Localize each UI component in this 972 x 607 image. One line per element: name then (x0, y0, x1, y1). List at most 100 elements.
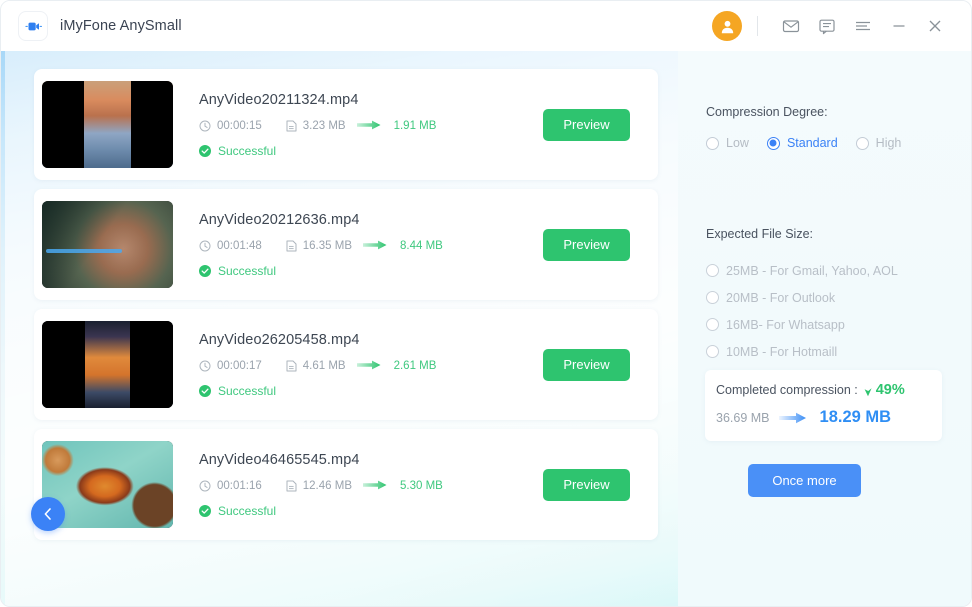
thumbnail-progress-bar (46, 249, 122, 253)
radio-size-25mb[interactable]: 25MB - For Gmail, Yahoo, AOL (706, 257, 956, 284)
status-badge: Successful (199, 264, 543, 278)
file-list: AnyVideo20211324.mp4 00:00:15 3.23 MB 1.… (34, 69, 658, 549)
video-thumbnail[interactable] (42, 321, 173, 408)
mail-icon[interactable] (773, 8, 809, 44)
clock-icon (199, 360, 211, 372)
minimize-icon[interactable] (881, 8, 917, 44)
preview-button[interactable]: Preview (543, 348, 630, 381)
status-badge: Successful (199, 144, 543, 158)
right-arrow-icon (363, 239, 389, 254)
duration-item: 00:01:48 (199, 240, 262, 252)
status-text: Successful (218, 143, 277, 158)
size-out-value: 8.44 MB (400, 240, 443, 252)
titlebar-divider (757, 16, 758, 36)
size-in-item: 4.61 MB (286, 360, 346, 372)
result-sizes: 36.69 MB 18.29 MB (716, 408, 942, 427)
radio-label: Low (726, 136, 749, 150)
radio-indicator (706, 318, 719, 331)
radio-degree-low[interactable]: Low (706, 136, 749, 150)
radio-label: 10MB - For Hotmaill (726, 344, 838, 359)
file-icon (286, 120, 297, 132)
radio-label: Standard (786, 136, 838, 150)
size-out-value: 5.30 MB (400, 480, 443, 492)
radio-label: 16MB- For Whatsapp (726, 317, 845, 332)
title-bar: iMyFone AnySmall (1, 1, 971, 51)
user-avatar-icon[interactable] (712, 11, 742, 41)
duration-value: 00:01:48 (217, 240, 262, 252)
size-after-value: 18.29 MB (819, 408, 892, 426)
check-circle-icon (199, 264, 211, 277)
right-arrow-icon (778, 411, 809, 425)
file-name: AnyVideo20212636.mp4 (199, 211, 360, 228)
clock-icon (199, 240, 211, 252)
clock-icon (199, 480, 211, 492)
preview-button[interactable]: Preview (543, 468, 630, 501)
chat-bubble-icon[interactable] (809, 8, 845, 44)
size-out-value: 2.61 MB (393, 360, 437, 372)
check-circle-icon (199, 384, 211, 397)
file-meta: 00:00:17 4.61 MB 2.61 MB (199, 359, 543, 374)
file-icon (286, 360, 297, 372)
radio-indicator (706, 291, 719, 304)
hamburger-menu-icon[interactable] (845, 8, 881, 44)
duration-item: 00:00:15 (199, 120, 262, 132)
thumbnail-image (42, 321, 173, 408)
file-meta: 00:00:15 3.23 MB 1.91 MB (199, 119, 543, 134)
video-thumbnail[interactable] (42, 201, 173, 288)
table-row[interactable]: AnyVideo20211324.mp4 00:00:15 3.23 MB 1.… (34, 69, 658, 180)
radio-size-10mb[interactable]: 10MB - For Hotmaill (706, 338, 956, 365)
down-arrow-icon (863, 384, 874, 397)
chevron-left-icon (44, 508, 51, 520)
compression-result-card: Completed compression : 49% 36.69 MB 18.… (705, 370, 942, 441)
right-arrow-icon (363, 479, 389, 494)
compression-degree-group: Low Standard High (706, 136, 956, 150)
thumbnail-image (42, 81, 173, 168)
table-row[interactable]: AnyVideo20212636.mp4 00:01:48 16.35 MB 8… (34, 189, 658, 300)
once-more-button[interactable]: Once more (748, 464, 861, 497)
file-name: AnyVideo46465545.mp4 (199, 451, 360, 468)
right-arrow-icon (356, 119, 383, 134)
result-summary: Completed compression : 49% (716, 382, 942, 398)
file-icon (286, 480, 297, 492)
duration-value: 00:01:16 (217, 480, 262, 492)
clock-icon (199, 120, 211, 132)
size-in-value: 4.61 MB (302, 360, 346, 372)
close-icon[interactable] (917, 8, 953, 44)
file-icon (286, 240, 297, 252)
size-in-item: 16.35 MB (286, 240, 352, 252)
file-info: AnyVideo20212636.mp4 00:01:48 16.35 MB 8… (199, 212, 543, 278)
file-info: AnyVideo46465545.mp4 00:01:16 12.46 MB 5… (199, 452, 543, 518)
table-row[interactable]: AnyVideo46465545.mp4 00:01:16 12.46 MB 5… (34, 429, 658, 540)
radio-size-20mb[interactable]: 20MB - For Outlook (706, 284, 956, 311)
size-out-value: 1.91 MB (393, 120, 437, 132)
size-in-value: 12.46 MB (302, 480, 352, 492)
preview-button[interactable]: Preview (543, 228, 630, 261)
status-badge: Successful (199, 384, 543, 398)
back-button[interactable] (31, 497, 65, 531)
radio-degree-high[interactable]: High (855, 136, 902, 150)
radio-size-16mb[interactable]: 16MB- For Whatsapp (706, 311, 956, 338)
titlebar-actions (712, 1, 971, 51)
expected-file-size-section: Expected File Size: 25MB - For Gmail, Ya… (706, 227, 956, 392)
radio-indicator-selected (766, 136, 780, 150)
radio-degree-standard[interactable]: Standard (766, 136, 838, 150)
app-logo-icon (18, 11, 48, 41)
size-before-value: 36.69 MB (716, 410, 770, 425)
app-window: iMyFone AnySmall AnyVideo20211324.mp4 00… (0, 0, 972, 607)
compression-degree-label: Compression Degree: (706, 105, 828, 119)
file-name: AnyVideo26205458.mp4 (199, 331, 360, 348)
status-badge: Successful (199, 504, 543, 518)
video-thumbnail[interactable] (42, 81, 173, 168)
radio-label: High (875, 136, 902, 150)
duration-value: 00:00:17 (217, 360, 262, 372)
radio-indicator (855, 136, 869, 150)
file-name: AnyVideo20211324.mp4 (199, 91, 359, 108)
app-title: iMyFone AnySmall (60, 18, 182, 34)
radio-indicator (706, 345, 719, 358)
duration-value: 00:00:15 (217, 120, 262, 132)
table-row[interactable]: AnyVideo26205458.mp4 00:00:17 4.61 MB 2.… (34, 309, 658, 420)
duration-item: 00:00:17 (199, 360, 262, 372)
status-text: Successful (218, 383, 277, 398)
preview-button[interactable]: Preview (543, 108, 630, 141)
radio-indicator (706, 264, 719, 277)
